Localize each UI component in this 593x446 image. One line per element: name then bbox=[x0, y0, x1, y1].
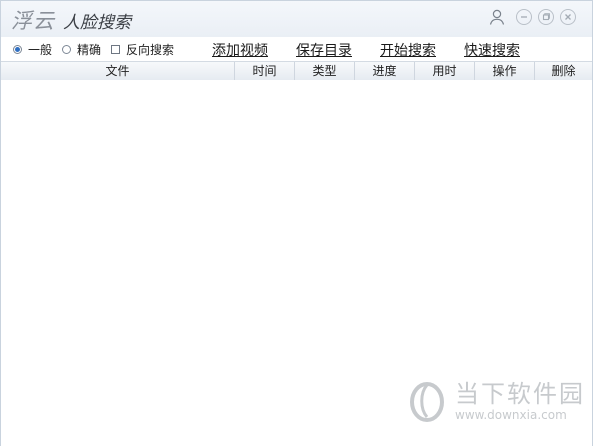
watermark-site-url: www.downxia.com bbox=[455, 408, 567, 422]
add-video-button[interactable]: 添加视频 bbox=[212, 40, 268, 60]
column-file[interactable]: 文件 bbox=[1, 62, 235, 80]
toolbar: 一般 精确 反向搜索 添加视频 保存目录 开始搜索 快速搜索 bbox=[1, 37, 592, 61]
app-brand: 浮云 bbox=[11, 9, 55, 33]
restore-icon bbox=[542, 13, 550, 21]
app-title: 人脸搜索 bbox=[63, 13, 131, 33]
watermark-site-name: 当下软件园 bbox=[455, 380, 585, 408]
search-mode-group: 一般 精确 反向搜索 bbox=[13, 41, 184, 58]
column-time[interactable]: 时间 bbox=[235, 62, 295, 80]
reverse-search-checkbox[interactable] bbox=[111, 45, 121, 54]
mode-precise-label: 精确 bbox=[77, 43, 102, 57]
mode-general-radio[interactable] bbox=[13, 45, 22, 54]
window-controls bbox=[488, 8, 576, 26]
column-elapsed[interactable]: 用时 bbox=[415, 62, 475, 80]
restore-button[interactable] bbox=[538, 9, 554, 25]
column-operation[interactable]: 操作 bbox=[475, 62, 535, 80]
minimize-button[interactable] bbox=[516, 9, 532, 25]
save-directory-button[interactable]: 保存目录 bbox=[296, 40, 352, 60]
reverse-search-label: 反向搜索 bbox=[126, 43, 175, 57]
column-delete[interactable]: 删除 bbox=[535, 62, 592, 80]
watermark-logo-icon bbox=[410, 382, 444, 422]
results-table-header: 文件 时间 类型 进度 用时 操作 删除 bbox=[1, 61, 592, 81]
mode-precise-option[interactable]: 精确 bbox=[62, 41, 101, 58]
app-window: 浮云 人脸搜索 一般 精确 反向搜索 添加视频 保存目录 开始搜索 快速搜索 文… bbox=[0, 0, 593, 446]
app-logo: 浮云 人脸搜索 bbox=[11, 5, 131, 33]
mode-precise-radio[interactable] bbox=[62, 45, 72, 54]
start-search-button[interactable]: 开始搜索 bbox=[380, 40, 436, 60]
mode-general-label: 一般 bbox=[28, 43, 53, 57]
column-type[interactable]: 类型 bbox=[295, 62, 355, 80]
column-progress[interactable]: 进度 bbox=[355, 62, 415, 80]
action-links: 添加视频 保存目录 开始搜索 快速搜索 bbox=[212, 40, 520, 60]
reverse-search-option[interactable]: 反向搜索 bbox=[111, 41, 174, 58]
site-watermark: 当下软件园 www.downxia.com bbox=[407, 379, 585, 423]
minimize-icon bbox=[521, 16, 527, 18]
watermark-text: 当下软件园 www.downxia.com bbox=[455, 380, 585, 422]
mode-general-option[interactable]: 一般 bbox=[13, 41, 52, 58]
close-button[interactable] bbox=[560, 9, 576, 25]
user-icon[interactable] bbox=[488, 8, 506, 26]
close-icon bbox=[565, 14, 571, 20]
fast-search-button[interactable]: 快速搜索 bbox=[464, 40, 520, 60]
title-bar[interactable]: 浮云 人脸搜索 bbox=[1, 1, 592, 37]
